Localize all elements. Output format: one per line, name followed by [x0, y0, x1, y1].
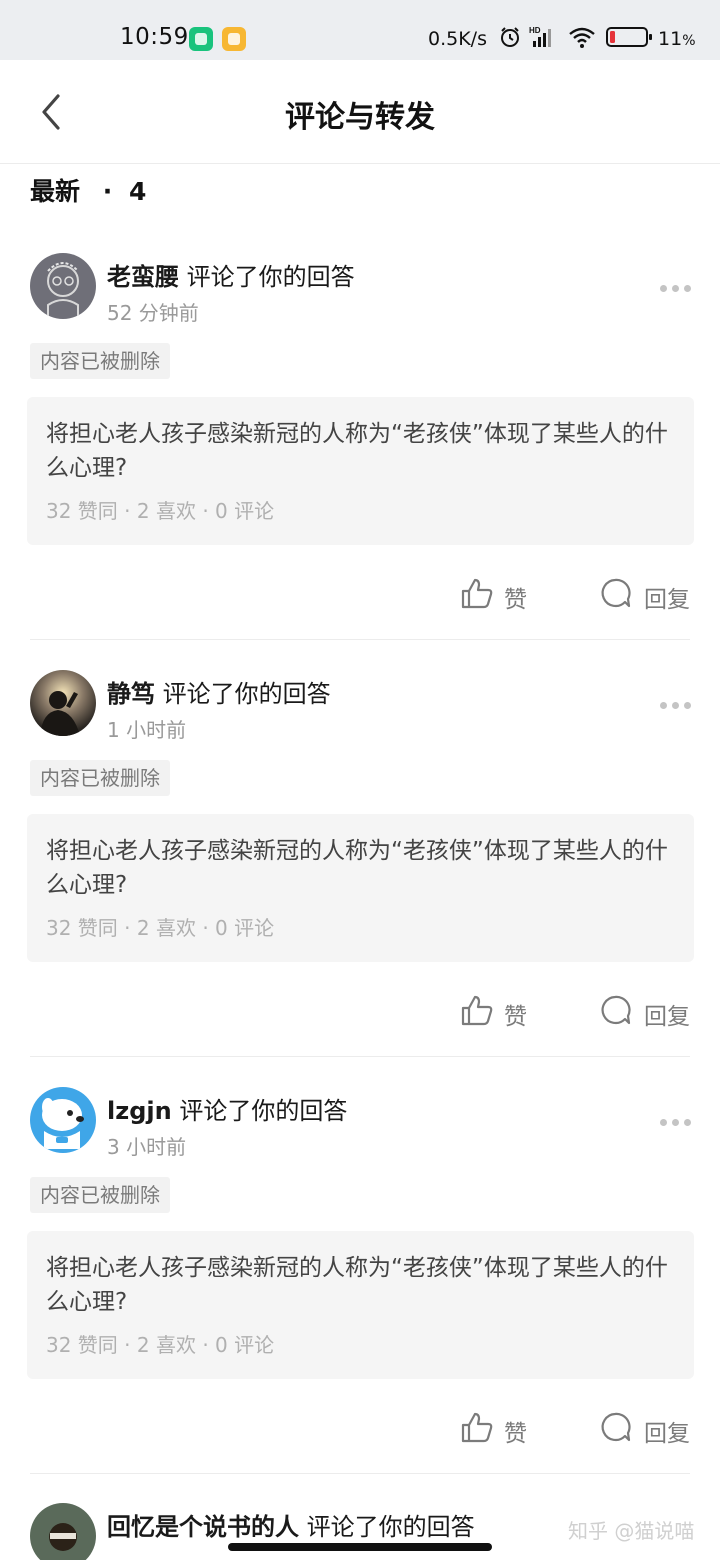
network-speed: 0.5K/s [428, 28, 487, 50]
wifi-icon [569, 27, 595, 48]
reply-button[interactable]: 回复 [597, 1405, 697, 1449]
question-title: 将担心老人孩子感染新冠的人称为“老孩侠”体现了某些人的什么心理? [46, 421, 668, 481]
status-bar: 10:59 0.5K/s HD 11% [0, 0, 720, 60]
deleted-tag: 内容已被删除 [30, 1177, 170, 1213]
comment-bubble-icon [601, 578, 631, 608]
reply-button[interactable]: 回复 [597, 988, 697, 1032]
like-button[interactable]: 赞 [458, 1405, 538, 1449]
more-options-icon[interactable] [660, 283, 692, 293]
hd-signal-icon: HD [529, 26, 551, 47]
like-button[interactable]: 赞 [458, 571, 538, 615]
item-headline: lzgjn 评论了你的回答 [107, 1091, 347, 1126]
username-link[interactable]: 静笃 [107, 680, 155, 708]
section-separator: · [102, 177, 113, 206]
thumbs-up-icon [461, 578, 493, 609]
battery-icon [606, 27, 652, 47]
reply-label: 回复 [644, 1004, 690, 1030]
username-link[interactable]: 老蛮腰 [107, 263, 179, 291]
avatar[interactable] [30, 1087, 96, 1153]
comment-bubble-icon [601, 1412, 631, 1442]
reply-label: 回复 [644, 587, 690, 613]
item-action: 评论了你的回答 [179, 263, 355, 291]
thumbs-up-icon [461, 995, 493, 1026]
like-button[interactable]: 赞 [458, 988, 538, 1032]
watermark: 知乎 @猫说喵 [568, 1519, 695, 1543]
question-stats: 32 赞同 · 2 喜欢 · 0 评论 [46, 1333, 275, 1357]
divider [30, 1056, 690, 1057]
home-indicator[interactable] [228, 1543, 492, 1551]
avatar[interactable] [30, 670, 96, 736]
status-time: 10:59 [120, 24, 189, 50]
item-action: 评论了你的回答 [171, 1097, 348, 1125]
question-stats: 32 赞同 · 2 喜欢 · 0 评论 [46, 499, 275, 523]
thumbs-up-icon [461, 1412, 493, 1443]
item-time: 3 小时前 [107, 1135, 187, 1159]
item-time: 1 小时前 [107, 718, 187, 742]
item-action: 评论了你的回答 [155, 680, 331, 708]
like-label: 赞 [504, 1421, 527, 1447]
question-card[interactable]: 将担心老人孩子感染新冠的人称为“老孩侠”体现了某些人的什么心理? 32 赞同 ·… [27, 397, 694, 545]
shield-app-icon [189, 27, 213, 51]
item-actions: 赞 回复 [0, 988, 720, 1032]
section-count: 4 [128, 177, 147, 206]
divider [30, 1473, 690, 1474]
username-link[interactable]: lzgjn [107, 1097, 172, 1125]
question-stats: 32 赞同 · 2 喜欢 · 0 评论 [46, 916, 275, 940]
title-bar: 评论与转发 [0, 60, 720, 164]
section-label: 最新 [30, 177, 81, 206]
comment-bubble-icon [601, 995, 631, 1025]
item-actions: 赞 回复 [0, 571, 720, 615]
deleted-tag: 内容已被删除 [30, 760, 170, 796]
reply-button[interactable]: 回复 [597, 571, 697, 615]
like-label: 赞 [504, 1004, 527, 1030]
question-title: 将担心老人孩子感染新冠的人称为“老孩侠”体现了某些人的什么心理? [46, 1255, 668, 1315]
username-link[interactable]: 回忆是个说书的人 [107, 1513, 299, 1541]
question-card[interactable]: 将担心老人孩子感染新冠的人称为“老孩侠”体现了某些人的什么心理? 32 赞同 ·… [27, 1231, 694, 1379]
question-card[interactable]: 将担心老人孩子感染新冠的人称为“老孩侠”体现了某些人的什么心理? 32 赞同 ·… [27, 814, 694, 962]
reply-label: 回复 [644, 1421, 690, 1447]
more-options-icon[interactable] [660, 1117, 692, 1127]
gallery-app-icon [222, 27, 246, 51]
item-actions: 赞 回复 [0, 1405, 720, 1449]
page-title: 评论与转发 [285, 100, 435, 135]
item-time: 52 分钟前 [107, 301, 199, 325]
like-label: 赞 [504, 587, 527, 613]
avatar[interactable] [30, 1503, 96, 1560]
deleted-tag: 内容已被删除 [30, 343, 170, 379]
svg-text:HD: HD [529, 26, 541, 35]
divider [30, 639, 690, 640]
section-header: 最新 · 4 [30, 172, 146, 208]
avatar[interactable] [30, 253, 96, 319]
item-headline: 静笃 评论了你的回答 [107, 674, 331, 709]
more-options-icon[interactable] [660, 700, 692, 710]
item-headline: 回忆是个说书的人 评论了你的回答 [107, 1507, 475, 1542]
battery-percent: 11% [658, 28, 696, 50]
question-title: 将担心老人孩子感染新冠的人称为“老孩侠”体现了某些人的什么心理? [46, 838, 668, 898]
item-action: 评论了你的回答 [299, 1513, 475, 1541]
alarm-icon [501, 27, 519, 47]
item-headline: 老蛮腰 评论了你的回答 [107, 257, 355, 292]
